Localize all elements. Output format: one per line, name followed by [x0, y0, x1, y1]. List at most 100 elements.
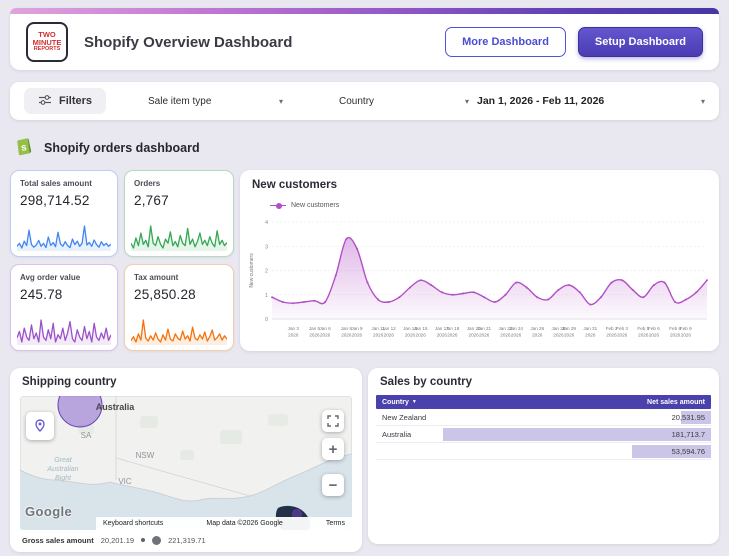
svg-text:Jan 24: Jan 24 [509, 326, 523, 331]
setup-dashboard-button[interactable]: Setup Dashboard [577, 27, 703, 57]
svg-text:Feb 9: Feb 9 [680, 326, 692, 331]
svg-text:4: 4 [265, 220, 268, 226]
map-label: Great [54, 457, 73, 464]
date-range-picker[interactable]: Jan 1, 2026 - Feb 11, 2026 ▾ [477, 95, 705, 107]
table-row: 53,594.76 [376, 443, 711, 460]
svg-text:Jan 31: Jan 31 [583, 326, 597, 331]
shipping-country-card: Shipping country Australia SA NSW VIC Great A… [10, 368, 362, 552]
map-label: Australia [96, 402, 136, 412]
table-row: Australia 181,713.7 [376, 426, 711, 443]
svg-text:3: 3 [265, 244, 268, 250]
svg-text:Jan 6: Jan 6 [320, 326, 332, 331]
svg-text:2026: 2026 [606, 333, 617, 338]
new-customers-plot-area: 0 1 2 3 4 Jan 3 2026 Jan 5 2026 Jan 6 2026 Jan 8 202… [246, 214, 713, 347]
table-row: New Zealand 20,531.95 [376, 409, 711, 426]
svg-text:2026: 2026 [384, 333, 395, 338]
svg-text:Jan 26: Jan 26 [530, 326, 544, 331]
svg-text:2026: 2026 [532, 333, 543, 338]
svg-text:2: 2 [265, 269, 268, 275]
chevron-down-icon: ▾ [279, 96, 284, 106]
section-header: s Shopify orders dashboard [14, 136, 200, 160]
map-fullscreen-button[interactable] [322, 410, 344, 432]
svg-text:2026: 2026 [585, 333, 596, 338]
kpi-value: 25,850.28 [134, 287, 196, 302]
sales-table: Country ▼ Net sales amount New Zealand 20… [376, 395, 711, 460]
filter-sliders-icon [38, 94, 52, 109]
cell-country: New Zealand [382, 412, 427, 422]
svg-text:2026: 2026 [320, 333, 331, 338]
map-zoom-out-button[interactable]: − [322, 474, 344, 496]
header: TWO MINUTE REPORTS Shopify Overview Dash… [10, 8, 719, 70]
kpi-sparkline [131, 221, 227, 251]
column-header-country[interactable]: Country ▼ [382, 399, 417, 406]
country-dropdown[interactable]: Country ▾ [339, 96, 469, 107]
svg-text:0: 0 [265, 317, 268, 323]
kpi-label: Orders [134, 179, 161, 188]
svg-text:2026: 2026 [638, 333, 649, 338]
dashboard-page: TWO MINUTE REPORTS Shopify Overview Dash… [0, 0, 729, 556]
map-canvas[interactable]: Australia SA NSW VIC Great Australian Bight + … [20, 396, 352, 530]
svg-text:2026: 2026 [670, 333, 681, 338]
cell-country: Australia [382, 429, 412, 439]
bubble-legend-metric: Gross sales amount [22, 535, 94, 545]
table-header-row: Country ▼ Net sales amount [376, 395, 711, 409]
table-title: Sales by country [380, 376, 473, 388]
svg-text:2026: 2026 [288, 333, 299, 338]
svg-text:Jan 12: Jan 12 [382, 326, 396, 331]
svg-text:New customers: New customers [249, 253, 255, 288]
column-header-net-sales[interactable]: Net sales amount [647, 399, 705, 406]
kpi-sparkline [17, 315, 111, 345]
bubble-legend-max: 221,319.71 [168, 535, 206, 545]
new-customers-plot: 01234Jan 32026Jan 52026Jan 62026Jan 8202… [249, 220, 708, 338]
svg-text:2026: 2026 [681, 333, 692, 338]
svg-text:Jan 29: Jan 29 [562, 326, 576, 331]
svg-text:2026: 2026 [469, 333, 480, 338]
kpi-sparkline [17, 221, 111, 251]
kpi-tax-amount-card: Tax amount 25,850.28 [124, 264, 234, 351]
legend-label: New customers [291, 202, 340, 209]
svg-text:Jan 18: Jan 18 [445, 326, 459, 331]
bubble-size-legend: Gross sales amount 20,201.19 221,319.71 [22, 533, 206, 547]
shopify-icon: s [14, 135, 34, 161]
svg-text:2026: 2026 [341, 333, 352, 338]
sale-item-type-dropdown[interactable]: Sale item type ▾ [148, 96, 283, 107]
bubble-small-icon [141, 538, 146, 542]
map-title: Shipping country [22, 376, 117, 388]
svg-text:2026: 2026 [352, 333, 363, 338]
page-title: Shopify Overview Dashboard [84, 33, 293, 51]
map-location-button[interactable] [26, 412, 54, 440]
svg-text:Jan 9: Jan 9 [351, 326, 363, 331]
map-zoom-in-button[interactable]: + [322, 438, 344, 460]
sale-item-type-label: Sale item type [148, 95, 212, 107]
kpi-sparkline [131, 315, 227, 345]
keyboard-shortcuts-link[interactable]: Keyboard shortcuts [103, 520, 163, 527]
new-customers-chart-card: New customers New customers 0 1 2 3 4 Jan 3 20… [240, 170, 719, 351]
kpi-label: Total sales amount [20, 179, 92, 188]
map-label: Bight [55, 475, 72, 482]
map-label: NSW [136, 451, 155, 460]
filters-button[interactable]: Filters [24, 88, 107, 114]
map-label: VIC [118, 477, 132, 486]
svg-text:1: 1 [265, 293, 268, 299]
sales-table-body: New Zealand 20,531.95 Australia 181,713.7 53… [376, 409, 711, 460]
map-label: SA [81, 431, 92, 440]
map-label: Australian [46, 466, 78, 473]
cell-net-sales: 181,713.7 [671, 429, 705, 439]
cell-net-sales: 20,531.95 [671, 412, 705, 422]
section-title: Shopify orders dashboard [44, 141, 200, 155]
svg-text:2026: 2026 [373, 333, 384, 338]
sales-by-country-card: Sales by country Country ▼ Net sales amo… [368, 368, 719, 544]
more-dashboard-button[interactable]: More Dashboard [445, 27, 566, 57]
svg-text:Jan 21: Jan 21 [477, 326, 491, 331]
svg-text:2026: 2026 [447, 333, 458, 338]
filter-bar: Filters Sale item type ▾ Country ▾ Jan 1… [10, 82, 719, 120]
map-data-copyright[interactable]: Map data ©2026 Google [206, 520, 282, 527]
chevron-down-icon: ▾ [700, 96, 705, 106]
terms-link[interactable]: Terms [326, 520, 345, 527]
svg-text:2026: 2026 [405, 333, 416, 338]
date-range-value: Jan 1, 2026 - Feb 11, 2026 [477, 95, 605, 107]
chart-legend: New customers [270, 202, 339, 209]
logo-line-3: REPORTS [33, 46, 61, 53]
google-logo[interactable]: Google [25, 504, 72, 519]
svg-text:Feb 6: Feb 6 [648, 326, 660, 331]
